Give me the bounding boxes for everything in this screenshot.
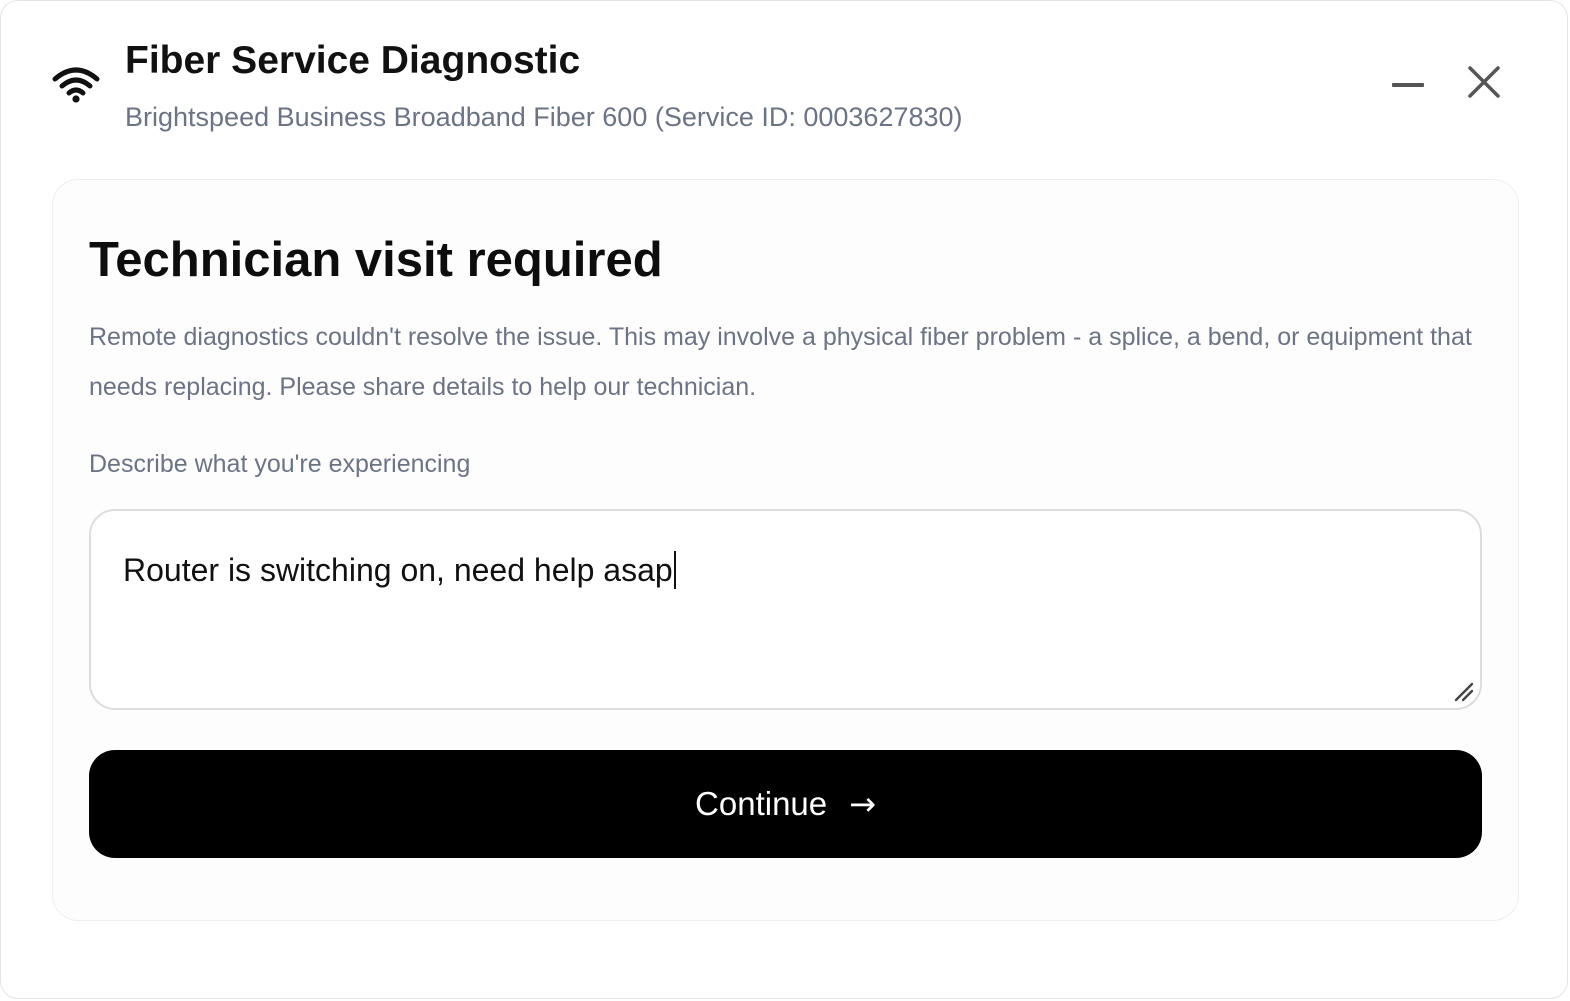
minimize-icon — [1391, 75, 1425, 93]
title-bar: Fiber Service Diagnostic Brightspeed Bus… — [1, 1, 1567, 161]
card-title: Technician visit required — [89, 233, 663, 287]
continue-button[interactable]: Continue → — [89, 750, 1482, 858]
arrow-right-icon: → — [849, 785, 876, 823]
app-title: Fiber Service Diagnostic — [125, 39, 581, 82]
continue-button-label: Continue — [695, 785, 828, 822]
service-subtitle: Brightspeed Business Broadband Fiber 600… — [125, 102, 963, 132]
description-field-label: Describe what you're experiencing — [89, 450, 471, 478]
diagnostic-window: Fiber Service Diagnostic Brightspeed Bus… — [0, 0, 1568, 999]
issue-description-input-area: Router is switching on, need help asap — [123, 551, 676, 589]
resize-handle-icon[interactable] — [1452, 680, 1474, 702]
close-icon — [1467, 65, 1501, 104]
close-button[interactable] — [1459, 59, 1509, 109]
card-description: Remote diagnostics couldn't resolve the … — [89, 323, 1472, 401]
issue-description-value: Router is switching on, need help asap — [123, 552, 673, 588]
minimize-button[interactable] — [1383, 59, 1433, 109]
text-caret — [673, 551, 676, 589]
technician-visit-card: Technician visit required Remote diagnos… — [52, 179, 1519, 921]
wifi-icon — [51, 63, 101, 105]
issue-description-textarea[interactable]: Router is switching on, need help asap — [89, 509, 1482, 710]
